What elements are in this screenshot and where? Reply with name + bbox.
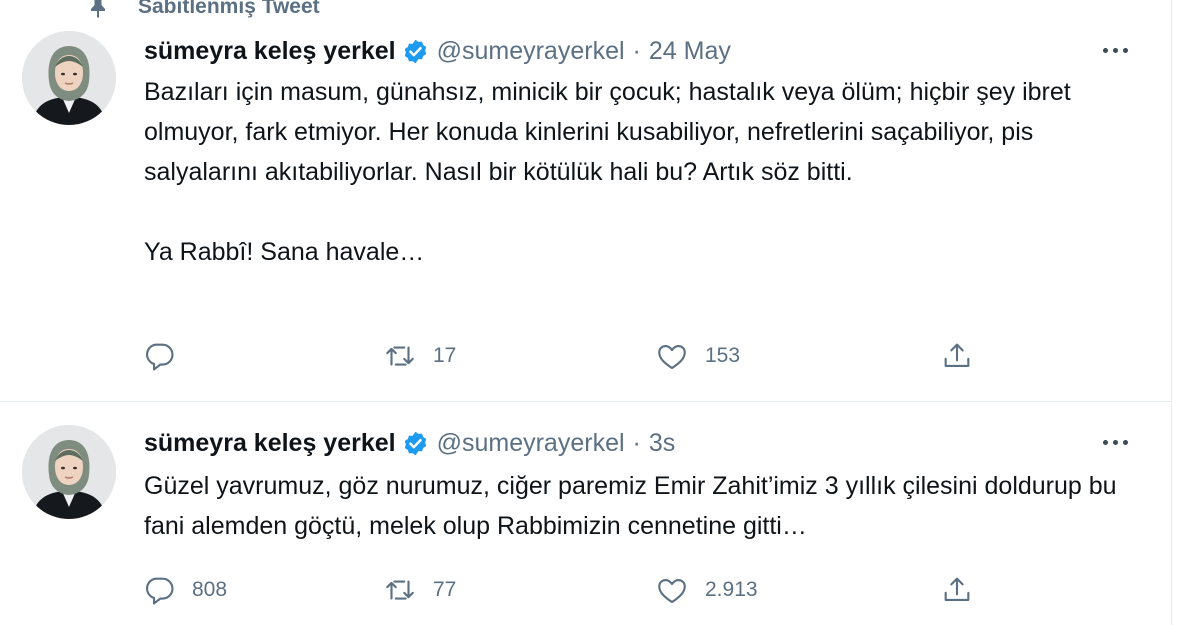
like-icon [655,573,689,607]
reply-count: 808 [192,578,228,601]
like-icon [655,339,689,373]
share-button[interactable] [940,570,974,610]
like-count: 2.913 [705,578,758,601]
pin-icon [86,0,110,19]
tweet-text: Bazıları için masum, günahsız, minicik b… [144,72,1124,272]
like-button[interactable]: 153 [655,336,740,376]
tweet-pinned[interactable]: Sabitlenmiş Tweet sümeyra keleş yerkel @… [0,0,1171,402]
reply-button[interactable]: 808 [142,570,227,610]
tweet-actions: 808 77 2.913 [140,570,990,610]
tweet-header: sümeyra keleş yerkel @sumeyrayerkel · 24… [144,33,1132,69]
retweet-icon [383,339,417,373]
tweet-text: Güzel yavrumuz, göz nurumuz, ciğer parem… [144,466,1124,546]
tweet-header: sümeyra keleş yerkel @sumeyrayerkel · 3s [144,425,1132,461]
separator-dot: · [632,36,641,65]
pinned-indicator: Sabitlenmiş Tweet [86,0,320,22]
share-button[interactable] [940,336,974,376]
display-name[interactable]: sümeyra keleş yerkel [144,429,396,458]
reply-icon [142,573,176,607]
handle[interactable]: @sumeyrayerkel [437,429,625,458]
reply-button[interactable] [142,336,192,376]
share-icon [940,573,974,607]
reply-icon [142,339,176,373]
retweet-icon [383,573,417,607]
pinned-label: Sabitlenmiş Tweet [138,0,320,18]
retweet-count: 77 [433,578,457,601]
tweet-actions: 17 153 [140,336,990,376]
tweet-time[interactable]: 24 May [649,37,731,66]
like-button[interactable]: 2.913 [655,570,758,610]
handle[interactable]: @sumeyrayerkel [437,37,625,66]
more-options-icon[interactable] [1098,429,1132,455]
verified-badge-icon [402,430,429,457]
timeline: Sabitlenmiş Tweet sümeyra keleş yerkel @… [0,0,1172,625]
like-count: 153 [705,344,741,367]
verified-badge-icon [402,38,429,65]
tweet-paragraph: Ya Rabbî! Sana havale… [144,238,425,266]
tweet-paragraph: Güzel yavrumuz, göz nurumuz, ciğer parem… [144,472,1117,540]
retweet-button[interactable]: 77 [383,570,456,610]
retweet-count: 17 [433,344,457,367]
more-options-icon[interactable] [1098,37,1132,63]
avatar[interactable] [22,425,116,519]
share-icon [940,339,974,373]
tweet-time[interactable]: 3s [649,429,675,458]
avatar[interactable] [22,31,116,125]
display-name[interactable]: sümeyra keleş yerkel [144,37,396,66]
retweet-button[interactable]: 17 [383,336,456,376]
tweet[interactable]: sümeyra keleş yerkel @sumeyrayerkel · 3s… [0,403,1171,625]
tweet-paragraph: Bazıları için masum, günahsız, minicik b… [144,78,1071,186]
separator-dot: · [632,428,641,457]
